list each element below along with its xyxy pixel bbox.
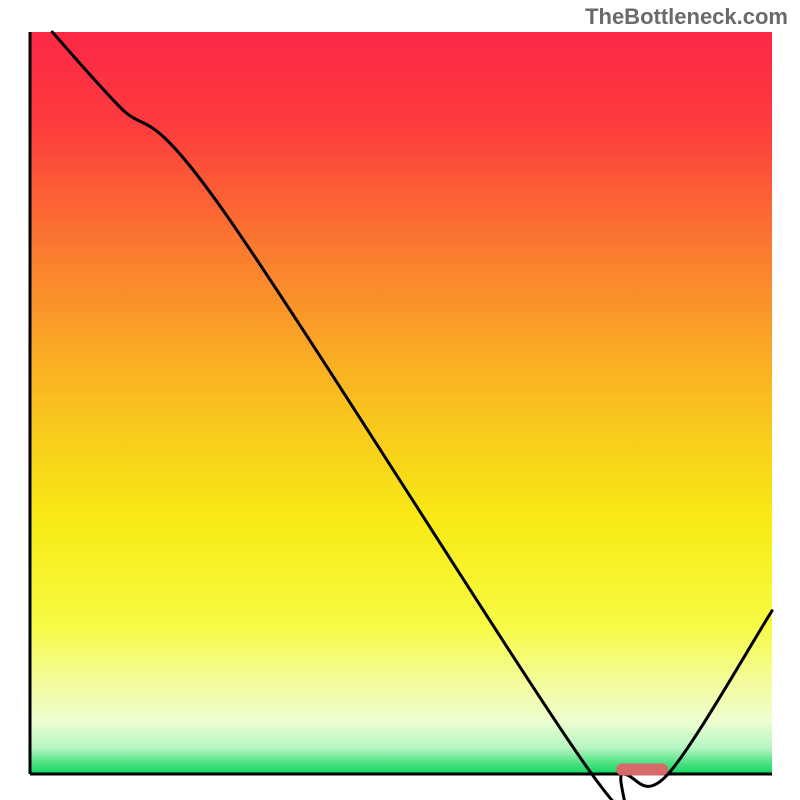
chart-frame: TheBottleneck.com xyxy=(0,0,800,800)
plot-area xyxy=(30,32,772,774)
optimal-range-marker xyxy=(616,764,668,776)
bottleneck-chart xyxy=(0,0,800,800)
